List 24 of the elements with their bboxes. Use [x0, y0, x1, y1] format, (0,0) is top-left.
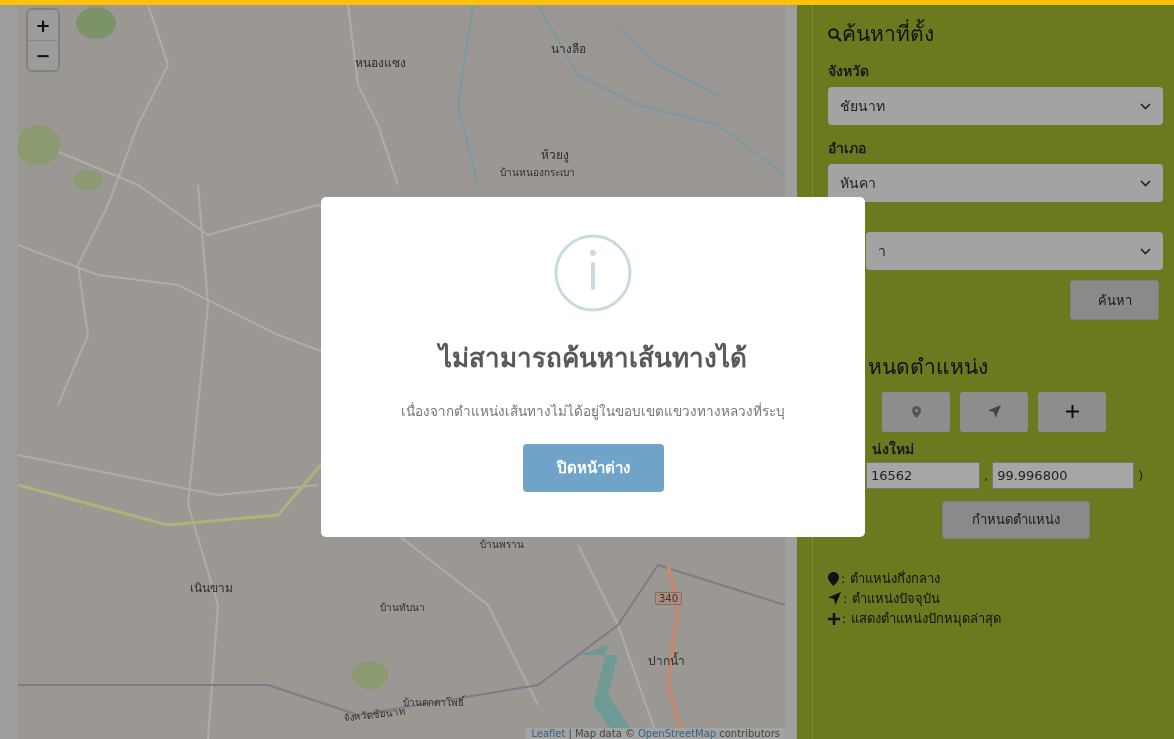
- map-label: เนินขาม: [190, 580, 233, 597]
- panel-heading: หนดตำแหน่ง: [867, 354, 989, 382]
- map-label: บ้านหนองกระเบา: [500, 166, 575, 180]
- dialog-message: เนื่องจากตำแหน่งเส้นทางไม่ได้อยู่ในขอบเขตแขวงทางหลวงที่ระบุ: [401, 401, 785, 422]
- map-label: ห้วยงู: [541, 147, 569, 164]
- map-label: นางลือ: [551, 41, 586, 58]
- legend-text: : ตำแหน่งกึ่งกลาง: [841, 569, 940, 588]
- field-label: จังหวัด: [828, 62, 870, 82]
- map-label: บ้านทับนา: [380, 601, 425, 615]
- heading-text: ค้นหาที่ตั้ง: [842, 21, 934, 49]
- parenthesis-text: ): [1137, 467, 1145, 483]
- map-label: หนองแซง: [355, 55, 406, 72]
- attribution-text: | Map data ©: [568, 728, 635, 739]
- map-label: บ้านตกตาโพธิ์: [403, 695, 464, 708]
- legend-text: : ตำแหน่งปัจจุบัน: [843, 589, 940, 609]
- map-label: ปากน้ำ: [648, 651, 685, 670]
- route-shield: 340: [655, 592, 683, 605]
- map-label: จังหวัดชัยนาท: [342, 705, 407, 726]
- field-label: อำเภอ: [828, 139, 867, 159]
- map-label: บ้านพราน: [480, 538, 524, 552]
- separator-text: ,: [983, 467, 990, 483]
- field-label: น่งใหม่: [871, 439, 915, 459]
- attribution-text: contributors: [719, 728, 780, 739]
- legend-text: : แสดงตำแหน่งปักหมุดล่าสุด: [842, 609, 1001, 629]
